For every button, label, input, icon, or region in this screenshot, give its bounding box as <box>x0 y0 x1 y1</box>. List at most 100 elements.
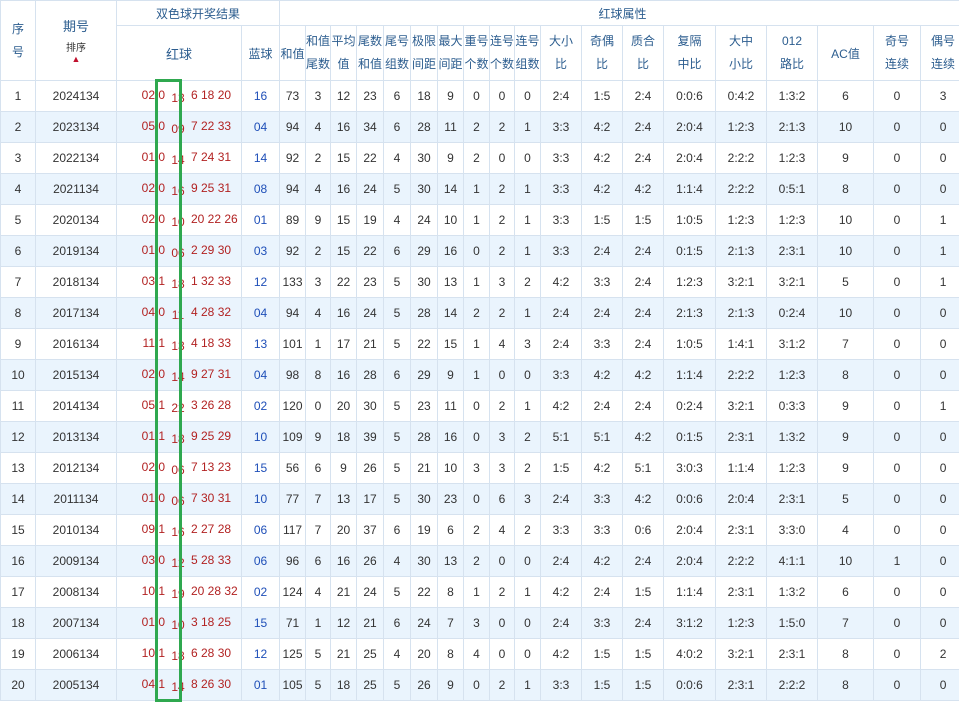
row-avg: 13 <box>330 483 358 515</box>
row-avg: 15 <box>330 204 358 236</box>
row-bs: 2:4 <box>540 297 583 329</box>
row-tg: 4 <box>383 545 412 577</box>
red-ball-highlight: 12 <box>171 555 185 570</box>
row-cn: 2 <box>489 173 516 205</box>
row-st: 3 <box>305 80 332 112</box>
row-blue-ball: 12 <box>240 266 281 298</box>
row-period: 2009134 <box>35 545 117 577</box>
row-evr: 0 <box>920 452 959 484</box>
row-cg: 1 <box>514 669 542 701</box>
row-mg: 10 <box>437 204 465 236</box>
row-ts: 19 <box>356 204 385 236</box>
row-rr: 0:0:6 <box>663 80 717 112</box>
red-ball-highlight: 13 <box>171 338 185 353</box>
row-ts: 21 <box>356 607 385 639</box>
row-evr: 0 <box>920 173 959 205</box>
row-red-balls: 10 1 18 6 28 30 <box>116 638 242 670</box>
row-bm: 1:4:1 <box>715 328 768 360</box>
row-ac: 8 <box>817 638 875 670</box>
row-rd: 2:3:1 <box>766 483 819 515</box>
row-bs: 4:2 <box>540 638 583 670</box>
red-balls-right: 1 32 33 <box>191 273 232 288</box>
row-seq: 8 <box>0 297 36 329</box>
row-bm: 2:0:4 <box>715 483 768 515</box>
row-odr: 0 <box>873 483 922 515</box>
row-tg: 5 <box>383 173 412 205</box>
row-ts: 25 <box>356 669 385 701</box>
row-ac: 10 <box>817 297 875 329</box>
row-red-balls: 02 0 13 6 18 20 <box>116 80 242 112</box>
row-oe: 3:3 <box>581 266 624 298</box>
row-sum: 101 <box>279 328 307 360</box>
row-pc: 4:2 <box>622 421 665 453</box>
red-ball-highlight: 06 <box>171 245 185 260</box>
row-cg: 1 <box>514 235 542 267</box>
consec-group-header: 连号 组数 <box>514 25 542 81</box>
row-rp: 0 <box>463 80 491 112</box>
row-rg: 28 <box>410 111 439 143</box>
row-sum: 105 <box>279 669 307 701</box>
table-row: 2 2023134 05 0 09 7 22 33 04 94 4 16 34 6 28 11 2 2 1 3:… <box>0 111 959 143</box>
row-ts: 17 <box>356 483 385 515</box>
row-avg: 16 <box>330 545 358 577</box>
row-bm: 3:2:1 <box>715 390 768 422</box>
row-period: 2017134 <box>35 297 117 329</box>
row-evr: 2 <box>920 638 959 670</box>
row-rr: 2:0:4 <box>663 545 717 577</box>
red-balls-left: 01 0 <box>141 614 165 629</box>
row-rp: 1 <box>463 576 491 608</box>
row-cn: 3 <box>489 452 516 484</box>
tail-sum-header: 尾数 和值 <box>356 25 385 81</box>
row-odr: 0 <box>873 669 922 701</box>
row-tg: 5 <box>383 297 412 329</box>
row-ts: 26 <box>356 545 385 577</box>
red-ball-highlight: 06 <box>171 493 185 508</box>
row-odr: 0 <box>873 390 922 422</box>
row-ac: 9 <box>817 452 875 484</box>
row-bm: 1:2:3 <box>715 111 768 143</box>
row-tg: 5 <box>383 421 412 453</box>
sort-button[interactable]: 排序 ▲ <box>66 43 86 64</box>
row-cg: 0 <box>514 607 542 639</box>
row-evr: 0 <box>920 514 959 546</box>
row-st: 6 <box>305 452 332 484</box>
row-ac: 10 <box>817 204 875 236</box>
row-cg: 0 <box>514 638 542 670</box>
red-balls-right: 7 24 31 <box>191 149 232 164</box>
rep-ratio-header: 复隔 中比 <box>663 25 717 81</box>
row-ts: 34 <box>356 111 385 143</box>
row-cn: 4 <box>489 514 516 546</box>
red-ball-highlight: 10 <box>171 214 185 229</box>
red-balls-right: 8 26 30 <box>191 676 232 691</box>
row-blue-ball: 01 <box>240 204 281 236</box>
row-odr: 0 <box>873 359 922 391</box>
row-rp: 3 <box>463 607 491 639</box>
row-cg: 1 <box>514 297 542 329</box>
row-bm: 2:1:3 <box>715 297 768 329</box>
row-pc: 2:4 <box>622 235 665 267</box>
row-ac: 5 <box>817 266 875 298</box>
row-rr: 0:2:4 <box>663 390 717 422</box>
row-seq: 6 <box>0 235 36 267</box>
row-oe: 1:5 <box>581 669 624 701</box>
row-rg: 30 <box>410 545 439 577</box>
row-sum: 94 <box>279 111 307 143</box>
row-rr: 3:0:3 <box>663 452 717 484</box>
row-st: 6 <box>305 545 332 577</box>
row-sum: 125 <box>279 638 307 670</box>
red-ball-highlight: 06 <box>171 462 185 477</box>
row-cg: 1 <box>514 204 542 236</box>
row-red-balls: 02 0 10 20 22 26 <box>116 204 242 236</box>
row-red-balls: 01 0 10 3 18 25 <box>116 607 242 639</box>
blue-ball-header: 蓝球 <box>240 25 281 81</box>
table-row: 11 2014134 05 1 22 3 26 28 02 120 0 20 30 5 23 11 0 2 1… <box>0 390 959 422</box>
row-seq: 11 <box>0 390 36 422</box>
row-avg: 15 <box>330 142 358 174</box>
table-row: 4 2021134 02 0 16 9 25 31 08 94 4 16 24 5 30 14 1 2 1 3:… <box>0 173 959 205</box>
row-st: 1 <box>305 607 332 639</box>
row-oe: 2:4 <box>581 390 624 422</box>
row-mg: 16 <box>437 421 465 453</box>
row-cg: 1 <box>514 111 542 143</box>
row-seq: 12 <box>0 421 36 453</box>
row-cg: 0 <box>514 80 542 112</box>
